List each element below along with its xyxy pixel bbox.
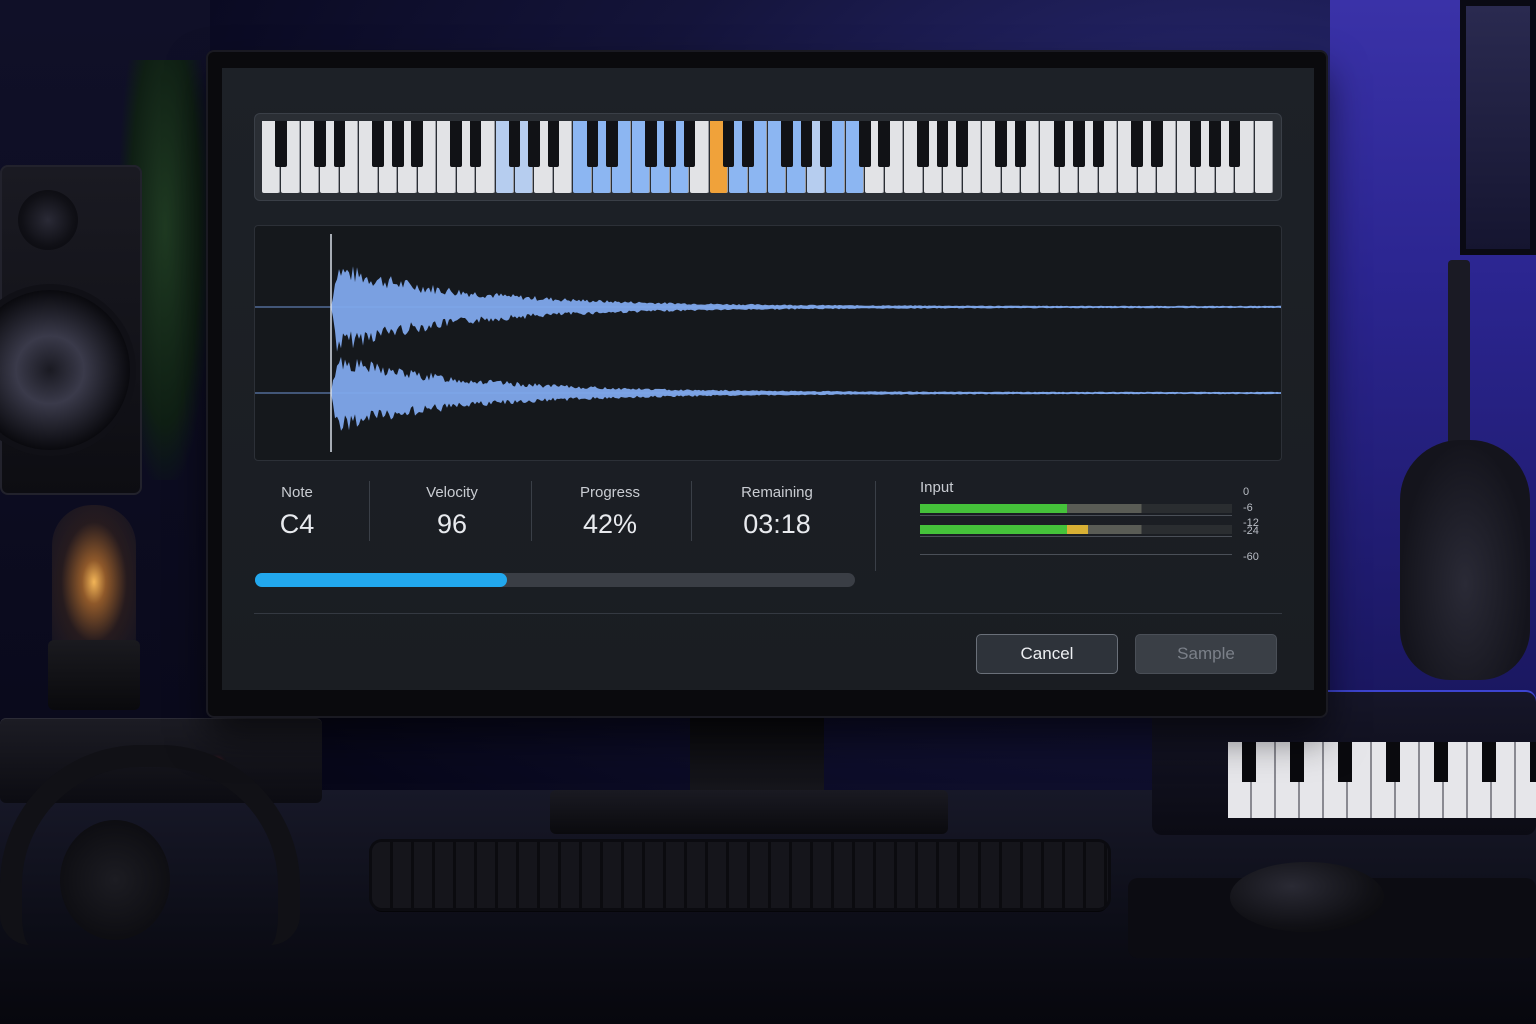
piano-black-key[interactable] <box>1131 121 1144 167</box>
remaining-value: 03:18 <box>743 509 811 539</box>
piano-black-key[interactable] <box>333 121 346 167</box>
piano-keys <box>262 121 1274 193</box>
monitor-stand-base <box>550 790 948 834</box>
piano-black-key[interactable] <box>508 121 521 167</box>
piano-black-key[interactable] <box>683 121 696 167</box>
velocity-label: Velocity <box>426 484 478 501</box>
piano-black-key[interactable] <box>664 121 677 167</box>
piano-black-key[interactable] <box>1053 121 1066 167</box>
piano-black-key[interactable] <box>781 121 793 167</box>
piano-black-key[interactable] <box>605 121 618 167</box>
sampler-window: Note C4 Velocity 96 Progress 42% Remaini… <box>222 68 1314 690</box>
velocity-stat: Velocity 96 <box>407 484 497 540</box>
waveform-left-channel <box>331 266 1281 352</box>
input-meter-label: Input <box>920 479 954 496</box>
meter-gridline <box>920 515 1232 516</box>
piano-black-key[interactable] <box>1073 121 1085 167</box>
stat-separator <box>531 481 532 541</box>
piano-keyboard <box>254 113 1282 201</box>
note-stat: Note C4 <box>262 484 332 540</box>
meter-hot-level <box>1066 525 1089 534</box>
piano-black-key[interactable] <box>1092 121 1105 167</box>
lamp-base <box>48 640 140 710</box>
input-meter-right <box>920 525 1232 534</box>
note-value: C4 <box>279 509 315 539</box>
input-meter-left <box>920 504 1232 513</box>
piano-black-key[interactable] <box>936 121 949 167</box>
progress-value: 42% <box>582 509 638 539</box>
piano-black-key[interactable] <box>858 121 871 167</box>
meter-gridline <box>920 554 1232 555</box>
meter-scale-6: -6 <box>1243 502 1253 514</box>
piano-black-key[interactable] <box>820 121 832 167</box>
piano-black-key[interactable] <box>1189 121 1202 167</box>
velocity-value: 96 <box>436 509 468 539</box>
piano-black-key[interactable] <box>372 121 385 167</box>
piano-black-key[interactable] <box>800 121 813 167</box>
piano-black-key[interactable] <box>1228 121 1241 167</box>
piano-white-key[interactable] <box>1254 121 1273 193</box>
waveform-svg <box>255 234 1281 452</box>
progress-bar-fill <box>255 573 507 587</box>
waveform-right-channel <box>331 356 1281 431</box>
piano-black-key[interactable] <box>411 121 424 167</box>
piano-black-key[interactable] <box>586 121 599 167</box>
piano-black-key[interactable] <box>644 121 657 167</box>
wall-frame <box>1460 0 1536 255</box>
meter-scale-60: -60 <box>1243 551 1259 563</box>
piano-black-key[interactable] <box>1209 121 1221 167</box>
piano-black-key[interactable] <box>314 121 326 167</box>
piano-black-key[interactable] <box>1150 121 1163 167</box>
meter-level <box>920 525 1067 534</box>
headphone-cup <box>60 820 170 940</box>
guitar <box>1400 440 1530 680</box>
meter-gridline <box>920 536 1232 537</box>
footer-divider <box>254 613 1282 614</box>
progress-label: Progress <box>579 484 641 501</box>
remaining-label: Remaining <box>741 484 813 501</box>
waveform-display <box>254 225 1282 461</box>
meter-scale-0: 0 <box>1243 486 1250 498</box>
piano-black-key[interactable] <box>878 121 891 167</box>
progress-bar <box>255 573 855 587</box>
speaker-tweeter <box>18 190 78 250</box>
piano-black-key[interactable] <box>995 121 1007 167</box>
guitar-neck <box>1448 260 1470 470</box>
remaining-stat: Remaining 03:18 <box>722 484 832 540</box>
piano-black-key[interactable] <box>917 121 930 167</box>
meter-level <box>920 504 1067 513</box>
stat-separator <box>369 481 370 541</box>
note-label: Note <box>281 484 313 501</box>
stat-separator <box>691 481 692 541</box>
stat-separator <box>875 481 876 571</box>
monitor-stand <box>690 714 824 794</box>
computer-keyboard <box>372 842 1108 908</box>
meter-scale-24: -24 <box>1243 525 1259 537</box>
midi-keyboard-black-keys <box>1228 742 1536 782</box>
piano-black-key[interactable] <box>275 121 287 167</box>
piano-black-key[interactable] <box>1014 121 1027 167</box>
piano-black-key[interactable] <box>547 121 560 167</box>
piano-black-key[interactable] <box>722 121 735 167</box>
piano-black-key[interactable] <box>469 121 482 167</box>
piano-black-key[interactable] <box>450 121 462 167</box>
mouse <box>1230 862 1384 932</box>
piano-black-key[interactable] <box>391 121 404 167</box>
piano-black-key[interactable] <box>956 121 968 167</box>
lamp <box>52 505 136 645</box>
piano-black-key[interactable] <box>528 121 540 167</box>
sample-button[interactable]: Sample <box>1135 634 1277 674</box>
progress-stat: Progress 42% <box>565 484 655 540</box>
cancel-button[interactable]: Cancel <box>976 634 1118 674</box>
piano-black-key[interactable] <box>742 121 754 167</box>
